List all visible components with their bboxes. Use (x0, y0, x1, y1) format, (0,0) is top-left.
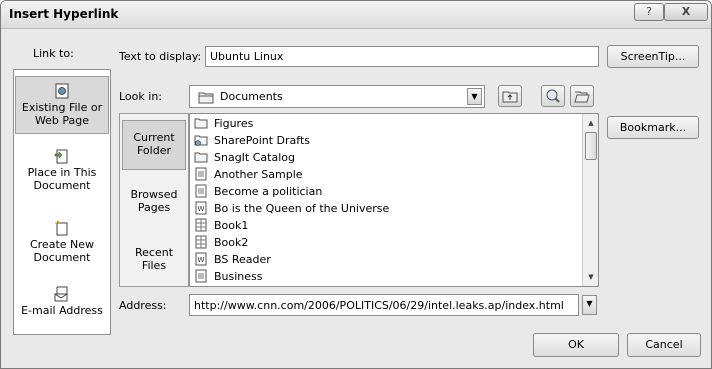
excel-workbook-icon (195, 235, 207, 249)
file-name: Business (214, 270, 263, 283)
link-to-place-in-document-label: Place in This Document (27, 166, 97, 192)
file-name: BS Reader (214, 253, 271, 266)
up-one-folder-button[interactable] (498, 85, 522, 107)
scroll-thumb[interactable] (585, 132, 597, 160)
svg-text:W: W (198, 205, 205, 213)
chevron-down-icon[interactable]: ▼ (582, 295, 597, 315)
close-button[interactable]: X (664, 3, 708, 21)
address-input[interactable]: http://www.cnn.com/2006/POLITICS/06/29/i… (189, 294, 579, 316)
ok-button[interactable]: OK (533, 333, 619, 357)
file-name: Book1 (214, 219, 249, 232)
link-to-panel: Existing File or Web Page Place in This … (13, 69, 111, 335)
text-to-display-label: Text to display: (119, 50, 202, 63)
list-item[interactable]: Figures (194, 116, 253, 131)
globe-page-icon (55, 83, 69, 99)
up-folder-icon (502, 91, 518, 103)
list-item[interactable]: W Bo is the Queen of the Universe (194, 201, 389, 216)
chevron-down-icon[interactable]: ▼ (467, 88, 482, 105)
vertical-scrollbar[interactable]: ▲ ▼ (582, 114, 598, 286)
document-icon (195, 184, 207, 198)
folder-icon (194, 118, 208, 129)
link-to-create-new-document[interactable]: Create New Document (15, 220, 109, 270)
link-to-place-in-document[interactable]: Place in This Document (15, 148, 109, 198)
open-folder-icon (574, 91, 590, 103)
browse-file-button[interactable] (570, 85, 594, 107)
new-document-icon (55, 220, 68, 236)
nav-browsed-pages[interactable]: Browsed Pages (122, 186, 186, 226)
file-list[interactable]: Figures SharePoint Drafts SnagIt Catalog… (189, 113, 599, 287)
screentip-button[interactable]: ScreenTip... (607, 45, 699, 68)
word-document-icon: W (195, 201, 207, 215)
look-in-value: Documents (220, 90, 283, 103)
link-to-email-address-label: E-mail Address (21, 304, 103, 317)
link-to-label: Link to: (33, 47, 74, 60)
list-item[interactable]: W BS Reader (194, 252, 271, 267)
sharepoint-folder-icon (194, 135, 208, 146)
look-in-label: Look in: (119, 90, 162, 103)
nav-recent-files[interactable]: Recent Files (122, 244, 186, 284)
link-to-create-new-document-label: Create New Document (29, 238, 95, 264)
browse-web-button[interactable] (541, 85, 565, 107)
list-item[interactable]: Become a politician (194, 184, 322, 199)
list-item[interactable]: Another Sample (194, 167, 303, 182)
nav-current-folder[interactable]: Current Folder (122, 120, 186, 170)
file-name: Figures (214, 117, 254, 130)
nav-current-folder-label: Current Folder (133, 131, 175, 157)
cancel-button[interactable]: Cancel (627, 333, 701, 357)
file-name: Become a politician (214, 185, 323, 198)
link-to-existing-file-label: Existing File or Web Page (21, 101, 103, 127)
text-to-display-input[interactable]: Ubuntu Linux (205, 46, 599, 67)
document-icon (195, 167, 207, 181)
folder-icon (198, 92, 214, 104)
nav-recent-files-label: Recent Files (134, 246, 174, 272)
list-item[interactable]: Book1 (194, 218, 248, 233)
document-bookmark-icon (54, 149, 68, 164)
list-item[interactable]: SnagIt Catalog (194, 150, 295, 165)
list-item[interactable]: Business (194, 269, 263, 284)
nav-browsed-pages-label: Browsed Pages (130, 188, 178, 214)
magnifier-globe-icon (546, 89, 560, 103)
scroll-down-arrow-icon[interactable]: ▼ (584, 270, 598, 284)
list-item[interactable]: Book2 (194, 235, 248, 250)
file-name: SharePoint Drafts (214, 134, 311, 147)
document-icon (195, 269, 207, 283)
list-item[interactable]: SharePoint Drafts (194, 133, 310, 148)
file-name: Another Sample (214, 168, 303, 181)
file-name: Bo is the Queen of the Universe (214, 202, 390, 215)
file-name: Book2 (214, 236, 249, 249)
link-to-existing-file[interactable]: Existing File or Web Page (15, 76, 109, 134)
scroll-up-arrow-icon[interactable]: ▲ (584, 116, 598, 130)
address-label: Address: (119, 299, 167, 312)
folder-icon (194, 152, 208, 163)
link-to-email-address[interactable]: E-mail Address (15, 286, 109, 332)
title-bar: Insert Hyperlink ? X (1, 1, 711, 29)
svg-text:W: W (198, 256, 205, 264)
envelope-icon (54, 286, 68, 302)
dialog-title: Insert Hyperlink (9, 7, 119, 21)
bookmark-button[interactable]: Bookmark... (607, 116, 699, 139)
file-name: SnagIt Catalog (214, 151, 295, 164)
help-button[interactable]: ? (634, 3, 664, 21)
insert-hyperlink-dialog: Insert Hyperlink ? X Link to: Existing F… (0, 0, 712, 369)
look-in-dropdown[interactable]: Documents ▼ (189, 85, 485, 108)
browse-nav-panel: Current Folder Browsed Pages Recent File… (119, 113, 189, 287)
excel-workbook-icon (195, 218, 207, 232)
word-document-icon: W (195, 252, 207, 266)
